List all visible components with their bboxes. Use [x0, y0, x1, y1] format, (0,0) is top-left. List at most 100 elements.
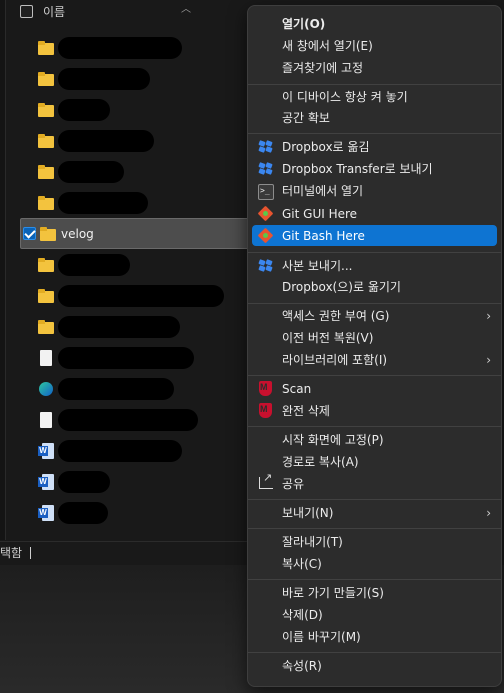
- menu-item-label: 이 디바이스 항상 켜 놓기: [282, 90, 408, 104]
- dropbox-icon: [258, 258, 274, 274]
- menu-item-pin-start[interactable]: 시작 화면에 고정(P): [252, 429, 497, 450]
- menu-separator: [248, 499, 501, 500]
- menu-item-label: 열기(O): [282, 17, 326, 31]
- menu-item-send-to[interactable]: 보내기(N) ›: [252, 502, 497, 523]
- file-list: velog: [20, 32, 250, 528]
- folder-icon: [38, 319, 54, 335]
- name-column-header[interactable]: 이름: [20, 0, 250, 22]
- terminal-icon: >_: [258, 184, 274, 200]
- menu-item-label: 보내기(N): [282, 506, 334, 520]
- redacted-name: [58, 98, 110, 121]
- menu-item-move-to-dropbox[interactable]: Dropbox(으)로 옮기기: [252, 276, 497, 297]
- menu-item-include-library[interactable]: 라이브러리에 포함(I) ›: [252, 349, 497, 370]
- list-item[interactable]: [20, 94, 250, 125]
- name-column-label: 이름: [43, 4, 66, 19]
- menu-item-label: Git Bash Here: [282, 228, 365, 243]
- menu-item-dropbox-transfer[interactable]: Dropbox Transfer로 보내기: [252, 158, 497, 179]
- list-item[interactable]: [20, 249, 250, 280]
- menu-item-copy-path[interactable]: 경로로 복사(A): [252, 451, 497, 472]
- menu-item-delete[interactable]: 삭제(D): [252, 604, 497, 625]
- git-bash-icon: [258, 228, 274, 244]
- redacted-name: [58, 191, 148, 214]
- menu-item-label: 이름 바꾸기(M): [282, 630, 361, 644]
- menu-item-create-shortcut[interactable]: 바로 가기 만들기(S): [252, 582, 497, 603]
- menu-item-share[interactable]: 공유: [252, 471, 497, 494]
- menu-separator: [248, 252, 501, 253]
- menu-item-label: 시작 화면에 고정(P): [282, 433, 384, 447]
- word-doc-icon: [38, 504, 54, 521]
- menu-item-properties[interactable]: 속성(R): [252, 655, 497, 676]
- menu-separator: [248, 133, 501, 134]
- item-name: velog: [61, 226, 94, 241]
- menu-item-cut[interactable]: 잘라내기(T): [252, 531, 497, 552]
- menu-separator: [248, 426, 501, 427]
- menu-item-give-access[interactable]: 액세스 권한 부여 (G) ›: [252, 305, 497, 326]
- folder-icon: [38, 133, 54, 149]
- status-text: 택함: [0, 546, 23, 560]
- menu-item-label: 라이브러리에 포함(I): [282, 353, 388, 367]
- menu-item-rename[interactable]: 이름 바꾸기(M): [252, 626, 497, 647]
- list-item[interactable]: [20, 435, 250, 466]
- desktop: 이름 ︿ velog 택함: [0, 0, 504, 693]
- redacted-name: [58, 439, 182, 462]
- menu-item-label: 터미널에서 열기: [282, 184, 364, 198]
- list-item[interactable]: [20, 63, 250, 94]
- folder-icon: [38, 40, 54, 56]
- list-item[interactable]: [20, 373, 250, 404]
- list-item[interactable]: [20, 187, 250, 218]
- list-item[interactable]: [20, 311, 250, 342]
- menu-item-label: 액세스 권한 부여 (G): [282, 309, 390, 323]
- list-item[interactable]: [20, 280, 250, 311]
- menu-item-open-terminal[interactable]: >_ 터미널에서 열기: [252, 180, 497, 201]
- menu-item-git-bash[interactable]: Git Bash Here: [252, 225, 497, 246]
- menu-item-label: 속성(R): [282, 659, 322, 673]
- folder-icon: [38, 257, 54, 273]
- menu-item-open[interactable]: 열기(O): [252, 13, 497, 34]
- menu-item-restore-versions[interactable]: 이전 버전 복원(V): [252, 327, 497, 348]
- menu-item-scan[interactable]: Scan: [252, 378, 497, 399]
- sort-caret-icon: ︿: [181, 4, 191, 15]
- status-bar: 택함: [0, 541, 260, 563]
- menu-item-label: 공유: [282, 477, 305, 491]
- menu-item-label: 경로로 복사(A): [282, 455, 359, 469]
- redacted-name: [58, 315, 180, 338]
- menu-item-git-gui[interactable]: Git GUI Here: [252, 203, 497, 224]
- folder-icon: [38, 71, 54, 87]
- item-checkbox[interactable]: [23, 227, 36, 240]
- chevron-right-icon: ›: [486, 352, 491, 367]
- menu-item-send-copy[interactable]: 사본 보내기...: [252, 255, 497, 276]
- redacted-name: [58, 253, 130, 276]
- menu-item-shred[interactable]: 완전 삭제: [252, 400, 497, 421]
- context-menu: 열기(O) 새 창에서 열기(E) 즐겨찾기에 고정 이 디바이스 항상 켜 놓…: [247, 5, 502, 687]
- list-item-selected[interactable]: velog: [20, 218, 250, 249]
- menu-item-open-new-window[interactable]: 새 창에서 열기(E): [252, 35, 497, 56]
- redacted-name: [58, 36, 182, 59]
- list-item[interactable]: [20, 497, 250, 528]
- menu-item-label: Dropbox(으)로 옮기기: [282, 280, 401, 294]
- menu-separator: [248, 375, 501, 376]
- menu-separator: [248, 84, 501, 85]
- menu-item-copy[interactable]: 복사(C): [252, 553, 497, 574]
- menu-item-pin-quick-access[interactable]: 즐겨찾기에 고정: [252, 57, 497, 78]
- dropbox-icon: [258, 139, 274, 155]
- list-item[interactable]: [20, 466, 250, 497]
- list-item[interactable]: [20, 156, 250, 187]
- status-divider: [30, 546, 32, 559]
- menu-item-always-keep[interactable]: 이 디바이스 항상 켜 놓기: [252, 86, 497, 107]
- menu-item-free-space[interactable]: 공간 확보: [252, 107, 497, 128]
- list-item[interactable]: [20, 32, 250, 63]
- list-item[interactable]: [20, 342, 250, 373]
- folder-icon: [38, 288, 54, 304]
- edge-icon: [38, 381, 54, 397]
- share-icon: [259, 471, 273, 489]
- menu-item-label: 새 창에서 열기(E): [282, 39, 373, 53]
- list-item[interactable]: [20, 125, 250, 156]
- menu-item-label: Dropbox Transfer로 보내기: [282, 162, 433, 176]
- select-all-checkbox[interactable]: [20, 4, 33, 18]
- redacted-name: [58, 67, 150, 90]
- list-item[interactable]: [20, 404, 250, 435]
- menu-item-label: 복사(C): [282, 557, 322, 571]
- dropbox-icon: [258, 161, 274, 177]
- chevron-right-icon: ›: [486, 505, 491, 520]
- menu-item-dropbox-move[interactable]: Dropbox로 옮김: [252, 136, 497, 157]
